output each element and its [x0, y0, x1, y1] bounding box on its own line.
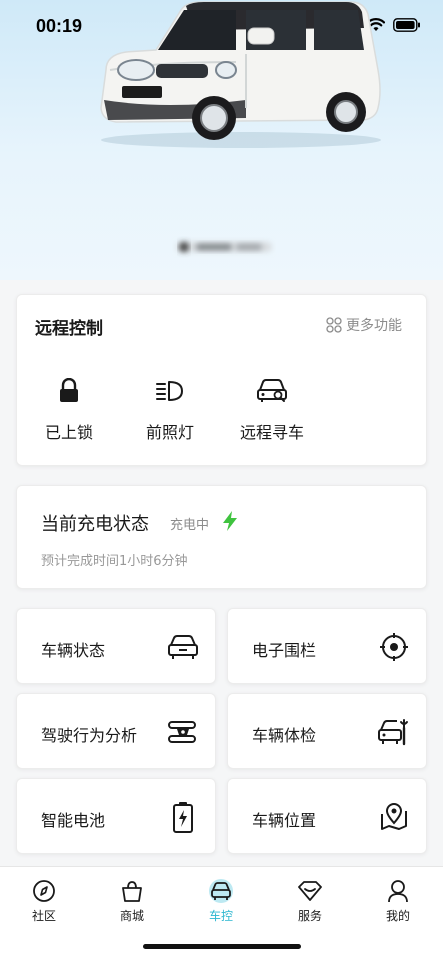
lock-label: 已上锁 — [44, 423, 93, 442]
tile-geofence[interactable]: 电子围栏 — [227, 608, 427, 684]
remote-control-card: 远程控制 更多功能 已上锁 前照灯 远程寻车 — [16, 294, 427, 466]
compass-icon — [33, 880, 55, 902]
service-icon — [298, 881, 322, 901]
tile-label: 电子围栏 — [252, 641, 317, 660]
tile-label: 车辆体检 — [252, 726, 317, 745]
status-time: 00:19 — [36, 16, 83, 36]
shopping-bag-icon — [122, 881, 142, 902]
driving-behavior-icon — [168, 721, 196, 743]
tab-label: 我的 — [385, 909, 410, 923]
car-control-icon — [209, 879, 233, 903]
tile-label: 车辆状态 — [41, 641, 106, 660]
battery-status-icon — [393, 18, 420, 32]
tab-mine[interactable]: 我的 — [368, 877, 428, 924]
tile-vehicle-location[interactable]: 车辆位置 — [227, 778, 427, 854]
charging-estimate: 预计完成时间1小时6分钟 — [41, 554, 188, 569]
more-features-link[interactable]: 更多功能 — [326, 315, 402, 335]
charging-title: 当前充电状态 — [41, 514, 149, 535]
remote-control-title: 远程控制 — [35, 319, 103, 339]
tab-community[interactable]: 社区 — [14, 877, 74, 924]
tab-label: 商城 — [119, 909, 144, 923]
vehicle-check-icon — [378, 719, 408, 746]
vehicle-hero: 00:19 — [0, 0, 443, 280]
tile-driving-behavior[interactable]: 驾驶行为分析 — [16, 693, 216, 769]
tab-label: 车控 — [208, 909, 233, 923]
tab-service[interactable]: 服务 — [280, 877, 340, 924]
headlight-label: 前照灯 — [145, 423, 194, 442]
car-status-icon — [168, 635, 198, 659]
headlight-icon — [156, 381, 183, 401]
geofence-icon — [380, 633, 408, 661]
grid-icon — [326, 317, 342, 333]
find-car-icon — [257, 379, 287, 402]
tab-label: 社区 — [31, 909, 56, 923]
headlight-button[interactable]: 前照灯 — [125, 375, 215, 443]
tile-smart-battery[interactable]: 智能电池 — [16, 778, 216, 854]
home-indicator — [143, 944, 301, 949]
tab-mall[interactable]: 商城 — [102, 877, 162, 924]
tile-label: 驾驶行为分析 — [41, 726, 138, 745]
lock-button[interactable]: 已上锁 — [24, 375, 114, 443]
charging-status-card[interactable]: 当前充电状态 充电中 预计完成时间1小时6分钟 — [16, 485, 427, 589]
tile-vehicle-check[interactable]: 车辆体检 — [227, 693, 427, 769]
user-icon — [388, 880, 408, 903]
tile-label: 车辆位置 — [252, 811, 317, 830]
charging-status-text: 充电中 — [170, 518, 210, 533]
more-features-label: 更多功能 — [346, 318, 402, 334]
location-icon — [381, 803, 407, 830]
tab-car-control[interactable]: 车控 — [191, 877, 251, 924]
find-car-button[interactable]: 远程寻车 — [227, 375, 317, 443]
lightning-icon — [223, 511, 237, 531]
tile-vehicle-status[interactable]: 车辆状态 — [16, 608, 216, 684]
car-image — [100, 1, 381, 148]
battery-icon — [173, 802, 193, 833]
vehicle-name-blurred — [176, 242, 272, 252]
lock-icon — [60, 378, 78, 402]
tile-label: 智能电池 — [41, 811, 106, 830]
find-car-label: 远程寻车 — [239, 423, 304, 442]
tab-label: 服务 — [297, 909, 322, 923]
